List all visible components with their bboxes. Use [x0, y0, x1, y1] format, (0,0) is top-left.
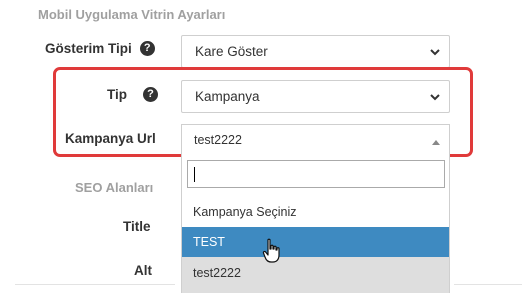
dropdown-option[interactable]: Kampanya Seçiniz	[182, 197, 449, 227]
type-value: Kampanya	[195, 89, 260, 104]
seo-section-title: SEO Alanları	[75, 180, 154, 195]
chevron-down-icon	[430, 48, 440, 55]
caret-up-icon	[432, 140, 440, 145]
display-type-label: Gösterim Tipi	[45, 41, 132, 56]
hand-pointer-icon	[262, 238, 280, 263]
seo-alt-label: Alt	[134, 263, 152, 278]
campaign-url-dropdown: Kampanya Seçiniz TEST test2222	[181, 155, 450, 293]
type-label: Tip	[107, 87, 127, 102]
display-type-label-group: Gösterim Tipi ?	[45, 41, 155, 56]
dropdown-option-hovered[interactable]: TEST	[182, 227, 449, 257]
question-circle-icon[interactable]: ?	[139, 41, 155, 56]
question-circle-icon[interactable]: ?	[143, 87, 158, 102]
chevron-down-icon	[430, 93, 440, 100]
section-title: Mobil Uygulama Vitrin Ayarları	[38, 7, 226, 22]
type-label-group: Tip ?	[107, 87, 158, 102]
seo-title-label: Title	[123, 219, 151, 234]
campaign-url-value: test2222	[194, 133, 242, 147]
dropdown-search-input[interactable]	[187, 160, 445, 188]
divider	[454, 284, 522, 285]
type-select[interactable]: Kampanya	[181, 80, 450, 113]
display-type-select[interactable]: Kare Göster	[181, 35, 450, 68]
divider	[15, 284, 175, 285]
campaign-url-label: Kampanya Url	[65, 131, 156, 146]
display-type-value: Kare Göster	[195, 44, 268, 59]
campaign-url-label-group: Kampanya Url	[65, 131, 156, 146]
campaign-url-select[interactable]: test2222	[181, 124, 450, 155]
dropdown-option-selected[interactable]: test2222	[182, 257, 449, 293]
text-cursor	[194, 167, 195, 182]
